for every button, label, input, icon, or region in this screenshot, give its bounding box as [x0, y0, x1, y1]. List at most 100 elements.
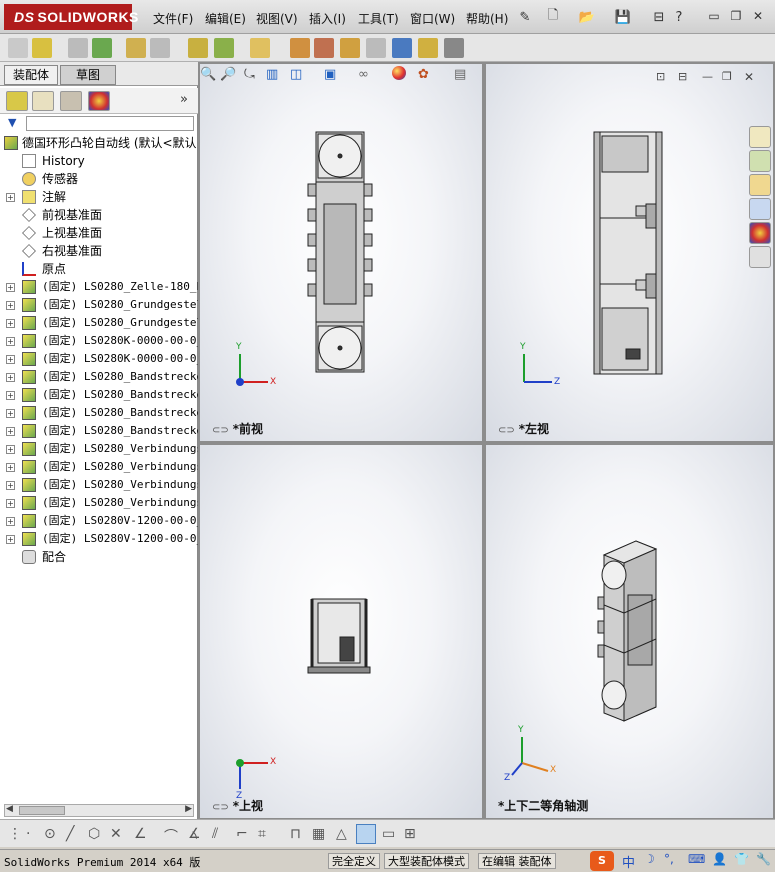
- insert-component-icon[interactable]: [32, 38, 52, 58]
- scroll-left-icon[interactable]: ◀: [6, 804, 13, 814]
- tab-assembly[interactable]: 装配体: [4, 65, 59, 85]
- expand-toggle-icon[interactable]: +: [6, 463, 15, 472]
- tree-item-history[interactable]: History: [0, 152, 198, 170]
- layout-icon[interactable]: ▭: [382, 826, 395, 842]
- viewport-left[interactable]: Y Z ⊂⊃ *左视: [486, 64, 773, 441]
- mate-icon[interactable]: [68, 38, 88, 58]
- keyboard-icon[interactable]: ⌨: [688, 852, 705, 866]
- expand-toggle-icon[interactable]: +: [6, 391, 15, 400]
- menu-view[interactable]: 视图(V): [256, 10, 298, 27]
- expand-toggle-icon[interactable]: +: [6, 373, 15, 382]
- arc-icon[interactable]: ⌒: [164, 826, 178, 846]
- configuration-manager-icon[interactable]: [60, 91, 82, 111]
- save-icon[interactable]: 💾: [614, 8, 632, 26]
- tree-item-component[interactable]: + (固定) LS0280_Grundgestell: [0, 296, 198, 314]
- restore-icon[interactable]: ❐: [728, 9, 744, 23]
- tree-item-component[interactable]: + (固定) LS0280_Bandstrecke_: [0, 422, 198, 440]
- reference-geometry-icon[interactable]: [250, 38, 270, 58]
- viewport-minimize-icon[interactable]: —: [702, 70, 713, 83]
- menu-window[interactable]: 窗口(W): [410, 10, 455, 27]
- expand-toggle-icon[interactable]: +: [6, 319, 15, 328]
- new-motion-study-icon[interactable]: [290, 38, 310, 58]
- tree-item-component[interactable]: + (固定) LS0280_Verbindungsp: [0, 476, 198, 494]
- assembly-features-icon[interactable]: [214, 38, 234, 58]
- viewport-top[interactable]: X Z ⊂⊃ *上视: [200, 445, 482, 818]
- tree-item-component[interactable]: + (固定) LS0280_Verbindungsp: [0, 440, 198, 458]
- tree-item-component[interactable]: + (固定) LS0280_Zelle-180_E_: [0, 278, 198, 296]
- snap-icon[interactable]: ⌗: [258, 826, 266, 842]
- menu-edit[interactable]: 编辑(E): [205, 10, 246, 27]
- zoom-to-fit-icon[interactable]: 🔍: [200, 67, 216, 82]
- menu-tools[interactable]: 工具(T): [358, 10, 399, 27]
- tree-item-sensor[interactable]: 传感器: [0, 170, 198, 188]
- half-width-icon[interactable]: ☽: [644, 852, 655, 866]
- section-view-icon[interactable]: ▥: [266, 67, 278, 82]
- tree-item-component[interactable]: + (固定) LS0280_Bandstrecke_: [0, 386, 198, 404]
- tree-item-plane[interactable]: 上视基准面: [0, 224, 198, 242]
- expand-toggle-icon[interactable]: +: [6, 193, 15, 202]
- filter-input[interactable]: [26, 116, 194, 131]
- tree-item-plane[interactable]: 右视基准面: [0, 242, 198, 260]
- show-hidden-icon[interactable]: [188, 38, 208, 58]
- menu-file[interactable]: 文件(F): [153, 10, 193, 27]
- help-icon[interactable]: ?: [670, 8, 688, 26]
- display-style-icon[interactable]: ▣: [324, 67, 336, 82]
- apply-scene-icon[interactable]: ✿: [418, 67, 429, 82]
- tree-item-component[interactable]: + (固定) LS0280_Grundgestell: [0, 314, 198, 332]
- triangle-icon[interactable]: △: [336, 826, 347, 842]
- pin-icon[interactable]: ✎: [516, 8, 534, 26]
- skin-icon[interactable]: 👕: [734, 852, 749, 866]
- horizontal-scrollbar[interactable]: ◀ ▶: [4, 804, 194, 817]
- tree-item-annotation[interactable]: + 注解: [0, 188, 198, 206]
- single-view-icon[interactable]: ⊟: [678, 70, 687, 83]
- move-component-icon[interactable]: [150, 38, 170, 58]
- expand-toggle-icon[interactable]: +: [6, 427, 15, 436]
- feature-manager-icon[interactable]: [6, 91, 28, 111]
- view-orientation-icon[interactable]: ◫: [290, 67, 302, 82]
- tree-item-component[interactable]: + (固定) LS0280_Bandstrecke_: [0, 404, 198, 422]
- dimension-icon[interactable]: ∡: [188, 826, 201, 842]
- scroll-thumb[interactable]: [19, 806, 65, 815]
- viewport-isometric[interactable]: Y X Z *上下二等角轴测: [486, 445, 773, 818]
- tree-item-component[interactable]: + (固定) LS0280K-0000-00-0_: [0, 350, 198, 368]
- tree-item-component[interactable]: + (固定) LS0280_Verbindungsp: [0, 458, 198, 476]
- expand-toggle-icon[interactable]: +: [6, 409, 15, 418]
- expand-toggle-icon[interactable]: +: [6, 355, 15, 364]
- tree-item-component[interactable]: + (固定) LS0280_Verbindungsp: [0, 494, 198, 512]
- tree-item-origin[interactable]: 原点: [0, 260, 198, 278]
- angle-icon[interactable]: ∠: [134, 826, 147, 842]
- open-folder-icon[interactable]: 📂: [578, 8, 596, 26]
- link-views-icon[interactable]: ⊡: [656, 70, 665, 83]
- instant3d-icon[interactable]: [444, 38, 464, 58]
- menu-insert[interactable]: 插入(I): [309, 10, 346, 27]
- interference-icon[interactable]: [392, 38, 412, 58]
- sogou-ime-icon[interactable]: S: [590, 851, 614, 871]
- view-settings-icon[interactable]: ▤: [454, 67, 466, 82]
- previous-view-icon[interactable]: ⤿: [244, 67, 255, 82]
- clearance-icon[interactable]: [418, 38, 438, 58]
- scroll-right-icon[interactable]: ▶: [185, 804, 192, 814]
- linear-pattern-icon[interactable]: [92, 38, 112, 58]
- expand-toggle-icon[interactable]: +: [6, 445, 15, 454]
- polygon-icon[interactable]: ⬡: [88, 826, 100, 842]
- new-document-icon[interactable]: 🗋: [544, 8, 562, 26]
- smart-fasteners-icon[interactable]: [126, 38, 146, 58]
- selected-view-button[interactable]: [356, 824, 376, 844]
- expand-toggle-icon[interactable]: +: [6, 283, 15, 292]
- viewport-restore-icon[interactable]: ❐: [722, 70, 732, 83]
- expand-icon[interactable]: »: [180, 92, 188, 107]
- tree-item-component[interactable]: + (固定) LS0280K-0000-00-0_: [0, 332, 198, 350]
- expand-toggle-icon[interactable]: +: [6, 481, 15, 490]
- edit-appearance-icon[interactable]: [392, 66, 406, 80]
- explode-line-icon[interactable]: [366, 38, 386, 58]
- table-icon[interactable]: ⊞: [404, 826, 416, 842]
- circle-center-icon[interactable]: ⊙: [44, 826, 56, 842]
- viewport-close-icon[interactable]: ✕: [744, 70, 754, 84]
- tree-item-component[interactable]: + (固定) LS0280V-1200-00-0_: [0, 512, 198, 530]
- trim-icon[interactable]: ✕: [110, 826, 122, 842]
- appearances-icon[interactable]: [749, 222, 771, 244]
- bill-of-materials-icon[interactable]: [314, 38, 334, 58]
- point-icon[interactable]: ·: [26, 826, 30, 842]
- file-explorer-icon[interactable]: [749, 174, 771, 196]
- hide-show-items-icon[interactable]: ∞: [358, 67, 369, 82]
